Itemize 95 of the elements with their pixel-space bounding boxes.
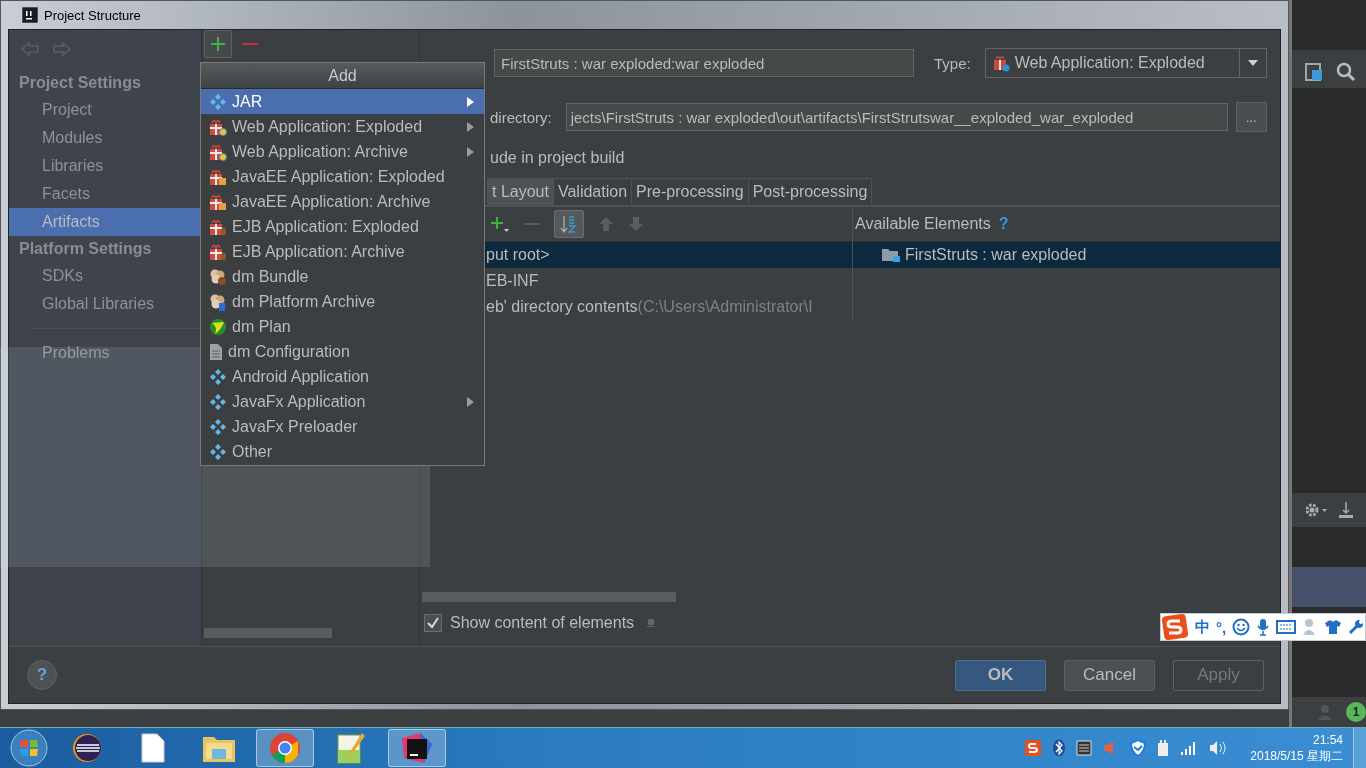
menu-item[interactable]: JavaFx Application xyxy=(201,389,484,414)
scrollbar[interactable] xyxy=(422,592,676,602)
output-directory-label: directory: xyxy=(490,108,552,126)
notification-badge[interactable]: 1 xyxy=(1346,702,1366,723)
menu-title: Add xyxy=(201,63,484,89)
sogou-logo-icon[interactable] xyxy=(1161,613,1189,641)
help-link[interactable]: ? xyxy=(998,215,1009,233)
section-header: Platform Settings xyxy=(18,239,153,259)
notepad-pencil-icon xyxy=(336,732,366,764)
add-button[interactable] xyxy=(204,30,232,58)
power-plug-icon[interactable] xyxy=(1156,739,1171,757)
path-detail: (C:\Users\Administrator\I xyxy=(637,298,813,315)
shirt-icon[interactable] xyxy=(1324,619,1343,635)
menu-item[interactable]: JAR xyxy=(201,89,484,114)
window-title: Project Structure xyxy=(44,7,141,23)
browser-icon xyxy=(269,732,301,764)
tree-row[interactable]: FirstStruts : war exploded xyxy=(853,242,1280,268)
document-icon xyxy=(209,342,223,361)
output-directory-field[interactable]: jects\FirstStruts : war exploded\out\artifacts\FirstStrutswar__exploded_war_exploded xyxy=(565,103,1228,131)
menu-item[interactable]: JavaEE Application: Archive xyxy=(201,189,484,214)
available-elements-label: Available Elements xyxy=(855,215,991,233)
download-icon[interactable] xyxy=(1338,501,1354,520)
remove-icon[interactable] xyxy=(242,42,258,46)
tab[interactable]: t Layout xyxy=(487,178,554,205)
volume-icon[interactable] xyxy=(1208,740,1229,756)
clock-date[interactable]: 2018/5/15 星期二 xyxy=(1250,748,1343,764)
shield-icon[interactable] xyxy=(1130,739,1147,757)
plus-icon xyxy=(210,36,226,52)
menu-item[interactable]: Web Application: Archive xyxy=(201,139,484,164)
gift-web-icon xyxy=(209,117,227,136)
browse-button[interactable]: ... xyxy=(1235,102,1267,132)
diamond-icon xyxy=(209,367,227,386)
ok-button[interactable]: OK xyxy=(955,659,1046,691)
bluetooth-icon[interactable] xyxy=(1052,739,1067,757)
diamond-icon xyxy=(209,442,227,461)
menu-item[interactable]: dm Platform Archive xyxy=(201,289,484,314)
bundle-icon xyxy=(209,267,227,286)
ringed-planet-icon xyxy=(71,732,103,764)
gift-ejb-icon xyxy=(209,242,227,261)
microphone-icon[interactable] xyxy=(1256,618,1271,636)
sogou-icon[interactable] xyxy=(1024,739,1043,757)
globe-icon xyxy=(209,317,227,336)
clock-time[interactable]: 21:54 xyxy=(1312,732,1343,748)
sidebar-item[interactable]: Libraries xyxy=(9,152,201,180)
type-label: Type: xyxy=(934,54,971,72)
diamond-icon xyxy=(209,92,227,111)
dropdown-arrow-icon xyxy=(1247,60,1258,66)
diamond-icon xyxy=(209,417,227,436)
cancel-button[interactable]: Cancel xyxy=(1064,659,1155,691)
menu-item[interactable]: dm Plan xyxy=(201,314,484,339)
include-in-build-label: ude in project build xyxy=(490,149,625,166)
name-field[interactable]: FirstStruts : war exploded:war exploded xyxy=(494,49,914,77)
tree-label: FirstStruts : war exploded xyxy=(905,245,1087,265)
show-content-label: Show content of elements xyxy=(450,614,635,632)
smiley-icon[interactable] xyxy=(1232,618,1251,636)
help-button[interactable]: ? xyxy=(27,660,57,690)
sidebar-item[interactable]: Global Libraries xyxy=(9,290,201,318)
menu-item[interactable]: JavaEE Application: Exploded xyxy=(201,164,484,189)
folder-icon xyxy=(881,247,901,263)
platform-archive-icon xyxy=(209,292,227,311)
sort-button[interactable] xyxy=(554,210,584,238)
sort-icon xyxy=(560,214,578,234)
menu-item[interactable]: Web Application: Exploded xyxy=(201,114,484,139)
start-button[interactable] xyxy=(8,729,50,767)
scrollbar[interactable] xyxy=(204,628,332,638)
input-mode[interactable]: 中 xyxy=(1195,617,1210,637)
add-icon[interactable] xyxy=(490,215,510,233)
ide-logo-icon xyxy=(400,732,434,764)
sidebar-item[interactable]: SDKs xyxy=(9,262,201,290)
punctuation-mode[interactable]: °, xyxy=(1216,618,1227,636)
gift-web-icon xyxy=(209,142,227,161)
sidebar-item[interactable]: Project xyxy=(9,96,201,124)
structure-icon[interactable] xyxy=(1304,62,1324,82)
keyboard-icon[interactable] xyxy=(1276,620,1297,634)
menu-item[interactable]: JavaFx Preloader xyxy=(201,414,484,439)
wrench-icon[interactable] xyxy=(1348,619,1365,635)
gift-ejb-icon xyxy=(209,217,227,236)
tab[interactable]: Post-processing xyxy=(747,178,873,205)
sidebar-item[interactable]: Modules xyxy=(9,124,201,152)
gift-icon xyxy=(991,54,1010,72)
diamond-icon xyxy=(209,392,227,411)
checkbox[interactable] xyxy=(424,614,442,632)
search-icon[interactable] xyxy=(1336,62,1356,82)
menu-item[interactable]: EJB Application: Exploded xyxy=(201,214,484,239)
type-dropdown[interactable]: Web Application: Exploded xyxy=(984,48,1267,78)
sidebar-item[interactable]: Facets xyxy=(9,180,201,208)
gift-javaee-icon xyxy=(209,167,227,186)
blank-document-icon xyxy=(141,733,165,763)
menu-item[interactable]: dm Configuration xyxy=(201,339,484,364)
gift-javaee-icon xyxy=(209,192,227,211)
menu-item[interactable]: Android Application xyxy=(201,364,484,389)
taskbar-button[interactable] xyxy=(388,729,446,767)
section-header: Project Settings xyxy=(18,73,142,93)
app-logo-icon xyxy=(22,7,38,23)
menu-item[interactable]: Other xyxy=(201,439,484,464)
